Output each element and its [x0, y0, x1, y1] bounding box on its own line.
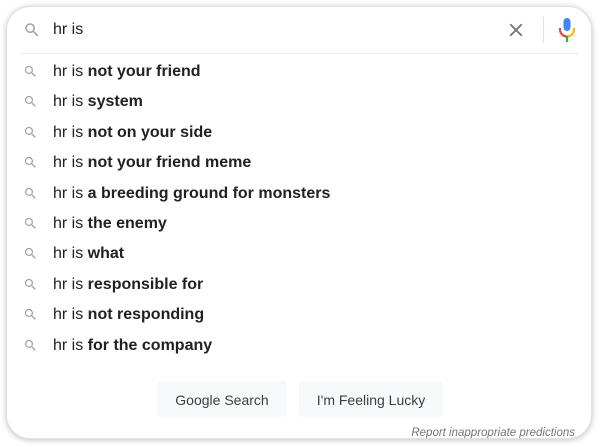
suggestion-text: hr is the enemy	[53, 214, 167, 234]
suggestion-item[interactable]: hr is not your friend	[7, 57, 591, 87]
search-icon	[24, 96, 36, 108]
suggestion-completion: for the company	[87, 336, 213, 354]
suggestion-prefix: hr is	[53, 184, 88, 202]
suggestion-text: hr is not your friend meme	[53, 153, 251, 173]
suggestion-completion: not responding	[87, 306, 205, 324]
suggestion-prefix: hr is	[53, 123, 88, 141]
search-icon	[24, 65, 36, 77]
suggestion-prefix: hr is	[53, 63, 88, 80]
search-icon	[24, 187, 36, 199]
suggestion-text: hr is what	[53, 244, 124, 264]
search-input[interactable]	[53, 18, 473, 42]
suggestion-completion: what	[87, 245, 125, 263]
search-icon	[24, 309, 36, 320]
suggestion-item[interactable]: hr is for the company	[7, 331, 591, 361]
suggestion-item[interactable]: hr is not responding	[7, 300, 591, 330]
suggestion-text: hr is system	[53, 92, 143, 112]
search-bar-divider	[543, 17, 544, 43]
microphone-icon[interactable]	[557, 17, 577, 43]
search-icon	[25, 23, 39, 37]
suggestion-completion: a breeding ground for monsters	[87, 184, 331, 202]
close-icon[interactable]	[505, 19, 527, 41]
suggestion-text: hr is for the company	[53, 336, 212, 356]
suggestion-text: hr is not responding	[53, 305, 204, 325]
feeling-lucky-button[interactable]: I'm Feeling Lucky	[299, 381, 443, 417]
search-icon	[24, 339, 36, 351]
suggestion-item[interactable]: hr is a breeding ground for monsters	[7, 179, 591, 209]
report-predictions-link[interactable]: Report inappropriate predictions	[411, 427, 575, 438]
suggestion-list: hr is not your friend hr is system hr is n…	[7, 57, 591, 361]
search-icon	[24, 126, 36, 138]
search-icon	[24, 217, 36, 229]
suggestion-item[interactable]: hr is the enemy	[7, 209, 591, 239]
search-icon	[24, 248, 36, 260]
search-box-panel: hr is not your friendhr is systemhr is n…	[6, 6, 592, 439]
suggestion-prefix: hr is	[53, 275, 88, 293]
suggestion-prefix: hr is	[53, 93, 88, 111]
suggestion-text: hr is responsible for	[53, 275, 203, 295]
suggestion-completion: not your friend meme	[87, 154, 252, 172]
search-icon	[24, 157, 36, 168]
search-icon	[24, 278, 36, 290]
suggestion-item[interactable]: hr is responsible for	[7, 270, 591, 300]
suggestion-prefix: hr is	[53, 154, 88, 172]
suggestion-completion: responsible for	[87, 275, 204, 293]
action-buttons: Google Search I'm Feeling Lucky	[7, 381, 591, 417]
suggestion-item[interactable]: hr is system	[7, 87, 591, 117]
suggestion-prefix: hr is	[53, 214, 88, 232]
suggestion-prefix: hr is	[53, 336, 88, 354]
suggestion-completion: not your friend	[87, 63, 201, 80]
suggestion-prefix: hr is	[53, 306, 88, 324]
suggestion-item[interactable]: hr is not on your side	[7, 118, 591, 148]
suggestion-completion: the enemy	[87, 214, 167, 232]
suggestion-text: hr is not on your side	[53, 123, 212, 143]
suggestions-divider	[21, 53, 578, 54]
suggestion-item[interactable]: hr is not your friend meme	[7, 148, 591, 178]
suggestion-completion: not on your side	[87, 123, 213, 141]
suggestion-text: hr is not your friend	[53, 62, 201, 82]
suggestion-prefix: hr is	[53, 245, 88, 263]
google-search-button[interactable]: Google Search	[157, 381, 287, 417]
suggestion-item[interactable]: hr is what	[7, 239, 591, 269]
search-bar	[7, 7, 591, 53]
suggestion-completion: system	[87, 93, 143, 111]
suggestion-text: hr is a breeding ground for monsters	[53, 184, 330, 204]
